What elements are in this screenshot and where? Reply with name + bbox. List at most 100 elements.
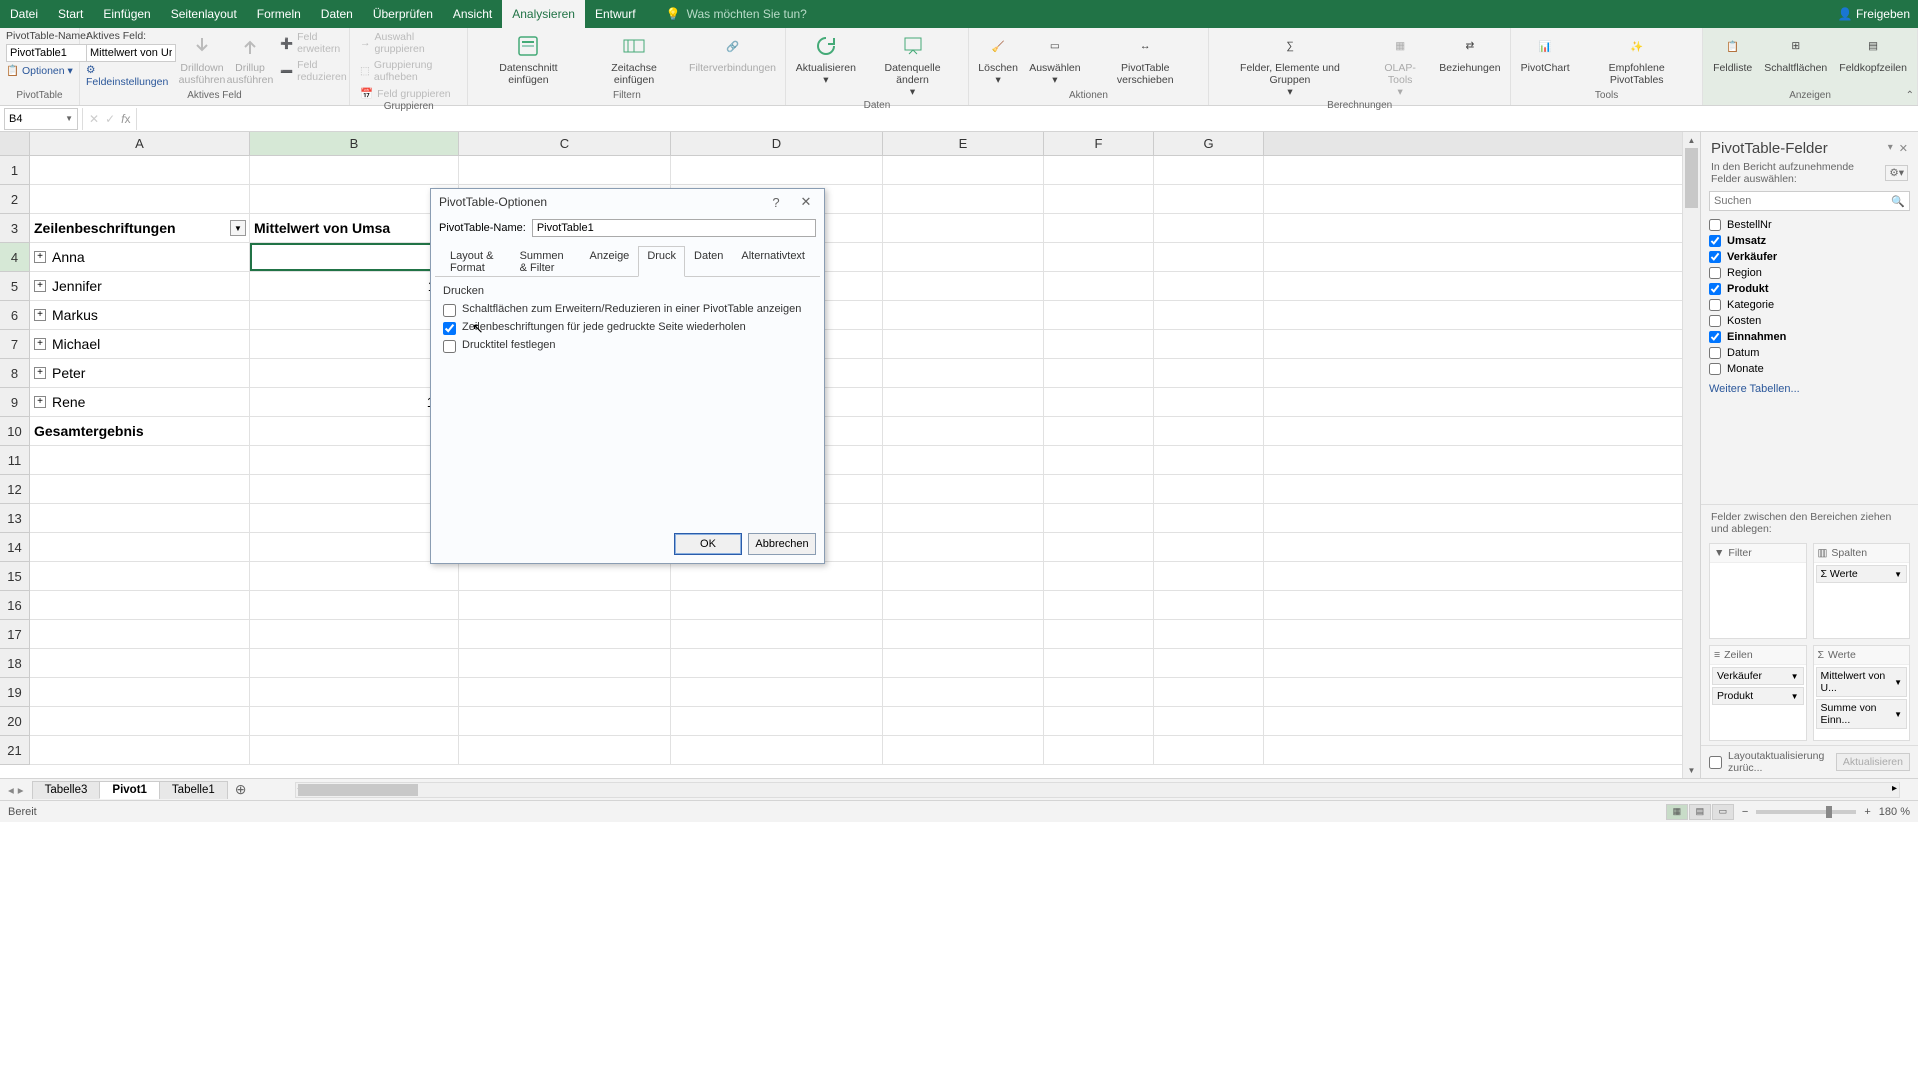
cell-B16[interactable] <box>250 591 459 619</box>
row-header-12[interactable]: 12 <box>0 475 30 504</box>
slicer-button[interactable]: Datenschnitt einfügen <box>474 30 582 88</box>
sheet-tab-pivot1[interactable]: Pivot1 <box>99 781 160 799</box>
cell-B20[interactable] <box>250 707 459 735</box>
headers-toggle[interactable]: ▤Feldkopfzeilen <box>1835 30 1911 76</box>
expand-icon[interactable]: + <box>34 338 46 350</box>
cell-B8[interactable]: 9,5 <box>250 359 459 387</box>
field-checkbox-monate[interactable] <box>1709 363 1721 375</box>
col-header-F[interactable]: F <box>1044 132 1154 155</box>
field-checkbox-produkt[interactable] <box>1709 283 1721 295</box>
dialog-ok-button[interactable]: OK <box>674 533 742 555</box>
spreadsheet-grid[interactable]: ABCDEFG 12345678910111213141516171819202… <box>0 132 1682 778</box>
cell-A21[interactable] <box>30 736 250 764</box>
row-header-10[interactable]: 10 <box>0 417 30 446</box>
col-header-E[interactable]: E <box>883 132 1044 155</box>
cell-G16[interactable] <box>1154 591 1264 619</box>
cell-B17[interactable] <box>250 620 459 648</box>
cell-G8[interactable] <box>1154 359 1264 387</box>
cell-E12[interactable] <box>883 475 1044 503</box>
dialog-tab-anzeige[interactable]: Anzeige <box>581 246 639 277</box>
cell-D19[interactable] <box>671 678 883 706</box>
col-header-D[interactable]: D <box>671 132 883 155</box>
cell-E14[interactable] <box>883 533 1044 561</box>
row-header-7[interactable]: 7 <box>0 330 30 359</box>
cell-F2[interactable] <box>1044 185 1154 213</box>
cell-B4[interactable] <box>250 243 459 271</box>
field-settings-button[interactable]: ⚙ Feldeinstellungen <box>86 64 176 88</box>
cell-B19[interactable] <box>250 678 459 706</box>
cell-A20[interactable] <box>30 707 250 735</box>
dialog-tab-daten[interactable]: Daten <box>685 246 732 277</box>
cell-A19[interactable] <box>30 678 250 706</box>
cell-C15[interactable] <box>459 562 671 590</box>
menu-tab-daten[interactable]: Daten <box>311 0 363 28</box>
columns-area[interactable]: ▥SpaltenΣ Werte▼ <box>1813 543 1911 639</box>
expand-icon[interactable]: + <box>34 309 46 321</box>
dialog-checkbox-0[interactable] <box>443 304 456 317</box>
expand-icon[interactable]: + <box>34 280 46 292</box>
cell-F17[interactable] <box>1044 620 1154 648</box>
cell-E18[interactable] <box>883 649 1044 677</box>
row-labels-filter-button[interactable]: ▼ <box>230 220 246 236</box>
cell-C21[interactable] <box>459 736 671 764</box>
cell-B7[interactable]: 3,4 <box>250 330 459 358</box>
row-header-14[interactable]: 14 <box>0 533 30 562</box>
page-break-view-button[interactable]: ▭ <box>1712 804 1734 820</box>
cell-G19[interactable] <box>1154 678 1264 706</box>
field-checkbox-umsatz[interactable] <box>1709 235 1721 247</box>
field-region[interactable]: Region <box>1709 265 1910 281</box>
cell-F16[interactable] <box>1044 591 1154 619</box>
dialog-tab-layout---format[interactable]: Layout & Format <box>441 246 511 277</box>
menu-tab-start[interactable]: Start <box>48 0 93 28</box>
cell-F6[interactable] <box>1044 301 1154 329</box>
cell-E8[interactable] <box>883 359 1044 387</box>
area-item[interactable]: Produkt▼ <box>1712 687 1804 705</box>
cell-F8[interactable] <box>1044 359 1154 387</box>
field-checkbox-bestellnr[interactable] <box>1709 219 1721 231</box>
zoom-percent[interactable]: 180 % <box>1879 806 1910 818</box>
cell-B11[interactable] <box>250 446 459 474</box>
cell-A1[interactable] <box>30 156 250 184</box>
cell-F9[interactable] <box>1044 388 1154 416</box>
cell-A5[interactable]: +Jennifer <box>30 272 250 300</box>
dialog-cancel-button[interactable]: Abbrechen <box>748 533 816 555</box>
dialog-checkbox-2[interactable] <box>443 340 456 353</box>
area-item[interactable]: Verkäufer▼ <box>1712 667 1804 685</box>
cell-F21[interactable] <box>1044 736 1154 764</box>
field-datum[interactable]: Datum <box>1709 345 1910 361</box>
row-header-19[interactable]: 19 <box>0 678 30 707</box>
cancel-formula-icon[interactable]: ✕ <box>89 112 99 126</box>
cell-C16[interactable] <box>459 591 671 619</box>
cell-E9[interactable] <box>883 388 1044 416</box>
cell-G21[interactable] <box>1154 736 1264 764</box>
move-pt-button[interactable]: ↔PivotTable verschieben <box>1088 30 1202 88</box>
cell-F12[interactable] <box>1044 475 1154 503</box>
area-item[interactable]: Summe von Einn...▼ <box>1816 699 1908 729</box>
cell-D15[interactable] <box>671 562 883 590</box>
cell-F7[interactable] <box>1044 330 1154 358</box>
cell-D1[interactable] <box>671 156 883 184</box>
clear-button[interactable]: 🧹Löschen ▾ <box>975 30 1022 88</box>
dialog-close-button[interactable]: ✕ <box>796 192 816 212</box>
cell-G15[interactable] <box>1154 562 1264 590</box>
col-header-G[interactable]: G <box>1154 132 1264 155</box>
cell-G2[interactable] <box>1154 185 1264 213</box>
cell-D17[interactable] <box>671 620 883 648</box>
cell-G10[interactable] <box>1154 417 1264 445</box>
cell-F5[interactable] <box>1044 272 1154 300</box>
menu-tab-einfügen[interactable]: Einfügen <box>93 0 160 28</box>
field-kategorie[interactable]: Kategorie <box>1709 297 1910 313</box>
cell-D18[interactable] <box>671 649 883 677</box>
field-umsatz[interactable]: Umsatz <box>1709 233 1910 249</box>
row-header-8[interactable]: 8 <box>0 359 30 388</box>
cell-B18[interactable] <box>250 649 459 677</box>
row-header-4[interactable]: 4 <box>0 243 30 272</box>
cell-G7[interactable] <box>1154 330 1264 358</box>
field-checkbox-kosten[interactable] <box>1709 315 1721 327</box>
menu-tab-ansicht[interactable]: Ansicht <box>443 0 502 28</box>
cell-B5[interactable]: 11,7 <box>250 272 459 300</box>
cell-B14[interactable] <box>250 533 459 561</box>
zoom-in-button[interactable]: + <box>1864 806 1870 818</box>
cell-G6[interactable] <box>1154 301 1264 329</box>
cell-E16[interactable] <box>883 591 1044 619</box>
